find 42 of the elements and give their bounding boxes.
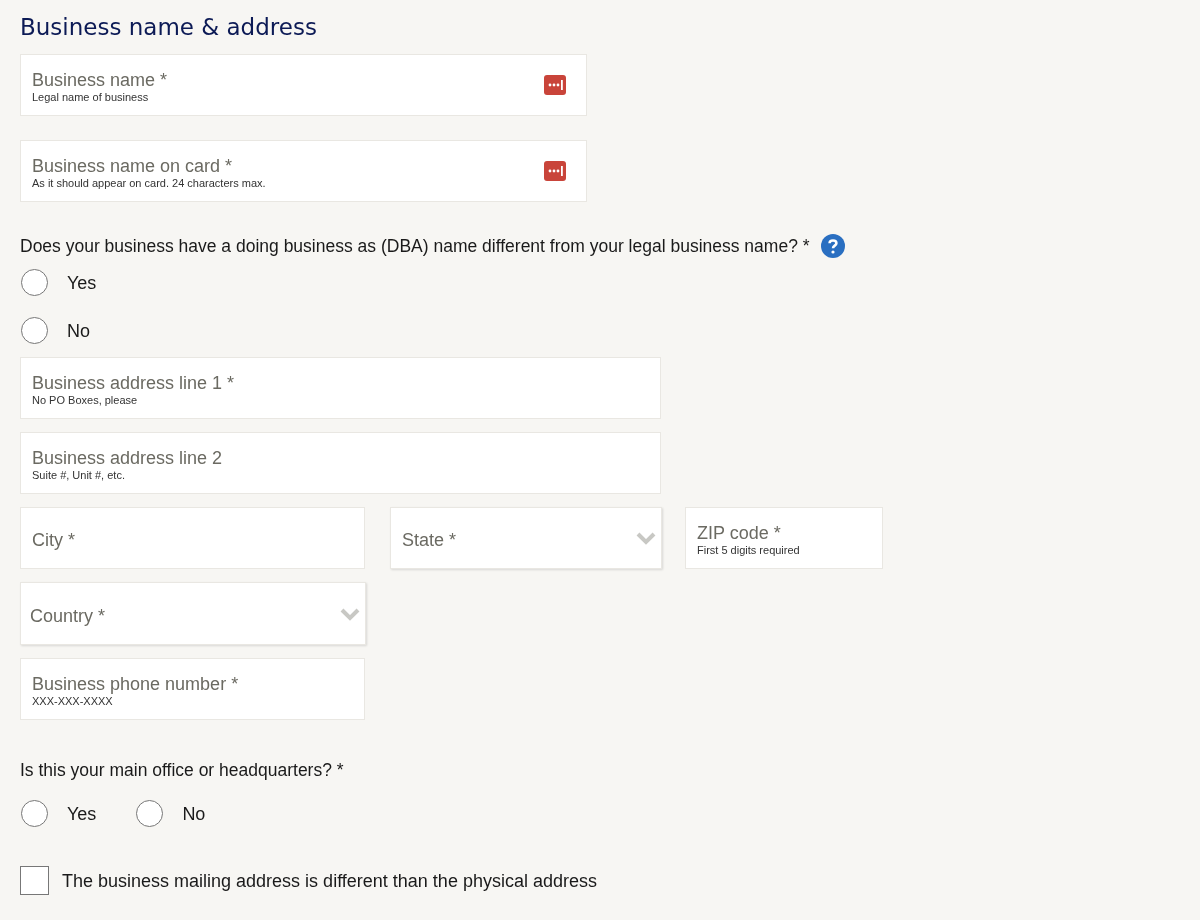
field-label: Country *: [30, 605, 107, 626]
field-label: Business name *: [32, 70, 169, 90]
question-text: Does your business have a doing business as (DBA) name different from your legal business name? *: [20, 235, 810, 257]
radio-button[interactable]: [136, 800, 164, 827]
radio-label: Yes: [67, 271, 97, 295]
field-label: Business phone number *: [32, 674, 240, 694]
chevron-down-icon[interactable]: [636, 531, 656, 545]
select-field[interactable]: Country *: [20, 582, 366, 645]
input-field[interactable]: Business address line 1 * No PO Boxes, please: [20, 357, 661, 419]
field-label: ZIP code *: [697, 523, 782, 543]
checkbox[interactable]: [20, 866, 49, 895]
password-dots-icon[interactable]: [544, 161, 566, 181]
input-field[interactable]: City *: [20, 507, 365, 569]
field-label: State *: [402, 530, 458, 550]
input-field[interactable]: Business name * Legal name of business: [20, 54, 587, 116]
checkbox-label: The business mailing address is different than the physical address: [62, 869, 597, 893]
field-label: City *: [32, 530, 76, 550]
field-label: Business address line 2: [32, 448, 224, 468]
select-field[interactable]: State *: [390, 507, 662, 569]
input-field[interactable]: Business address line 2 Suite #, Unit #, etc.: [20, 432, 661, 494]
radio-label: No: [67, 319, 90, 343]
field-hint: As it should appear on card. 24 characters max.: [32, 176, 267, 190]
password-dots-icon[interactable]: [544, 75, 566, 95]
chevron-down-icon[interactable]: [340, 606, 360, 621]
radio-button[interactable]: [21, 269, 48, 296]
radio-button[interactable]: [21, 800, 48, 827]
input-field[interactable]: Business phone number * XXX-XXX-XXXX: [20, 658, 365, 720]
input-field[interactable]: Business name on card * As it should appear on card. 24 characters max.: [20, 140, 587, 202]
section-heading: Business name & address: [20, 13, 318, 42]
field-hint: Legal name of business: [32, 90, 150, 104]
radio-label: Yes: [67, 802, 97, 826]
field-hint: No PO Boxes, please: [32, 393, 139, 407]
input-field[interactable]: ZIP code * First 5 digits required: [685, 507, 883, 569]
field-label: Business address line 1 *: [32, 373, 236, 393]
field-hint: Suite #, Unit #, etc.: [32, 468, 126, 482]
question-text: Is this your main office or headquarters? *: [20, 759, 345, 781]
radio-label: No: [182, 802, 206, 826]
field-hint: First 5 digits required: [697, 543, 801, 557]
field-label: Business name on card *: [32, 156, 234, 176]
radio-button[interactable]: [21, 317, 48, 344]
help-icon[interactable]: [820, 234, 845, 258]
field-hint: XXX-XXX-XXXX: [32, 694, 114, 708]
